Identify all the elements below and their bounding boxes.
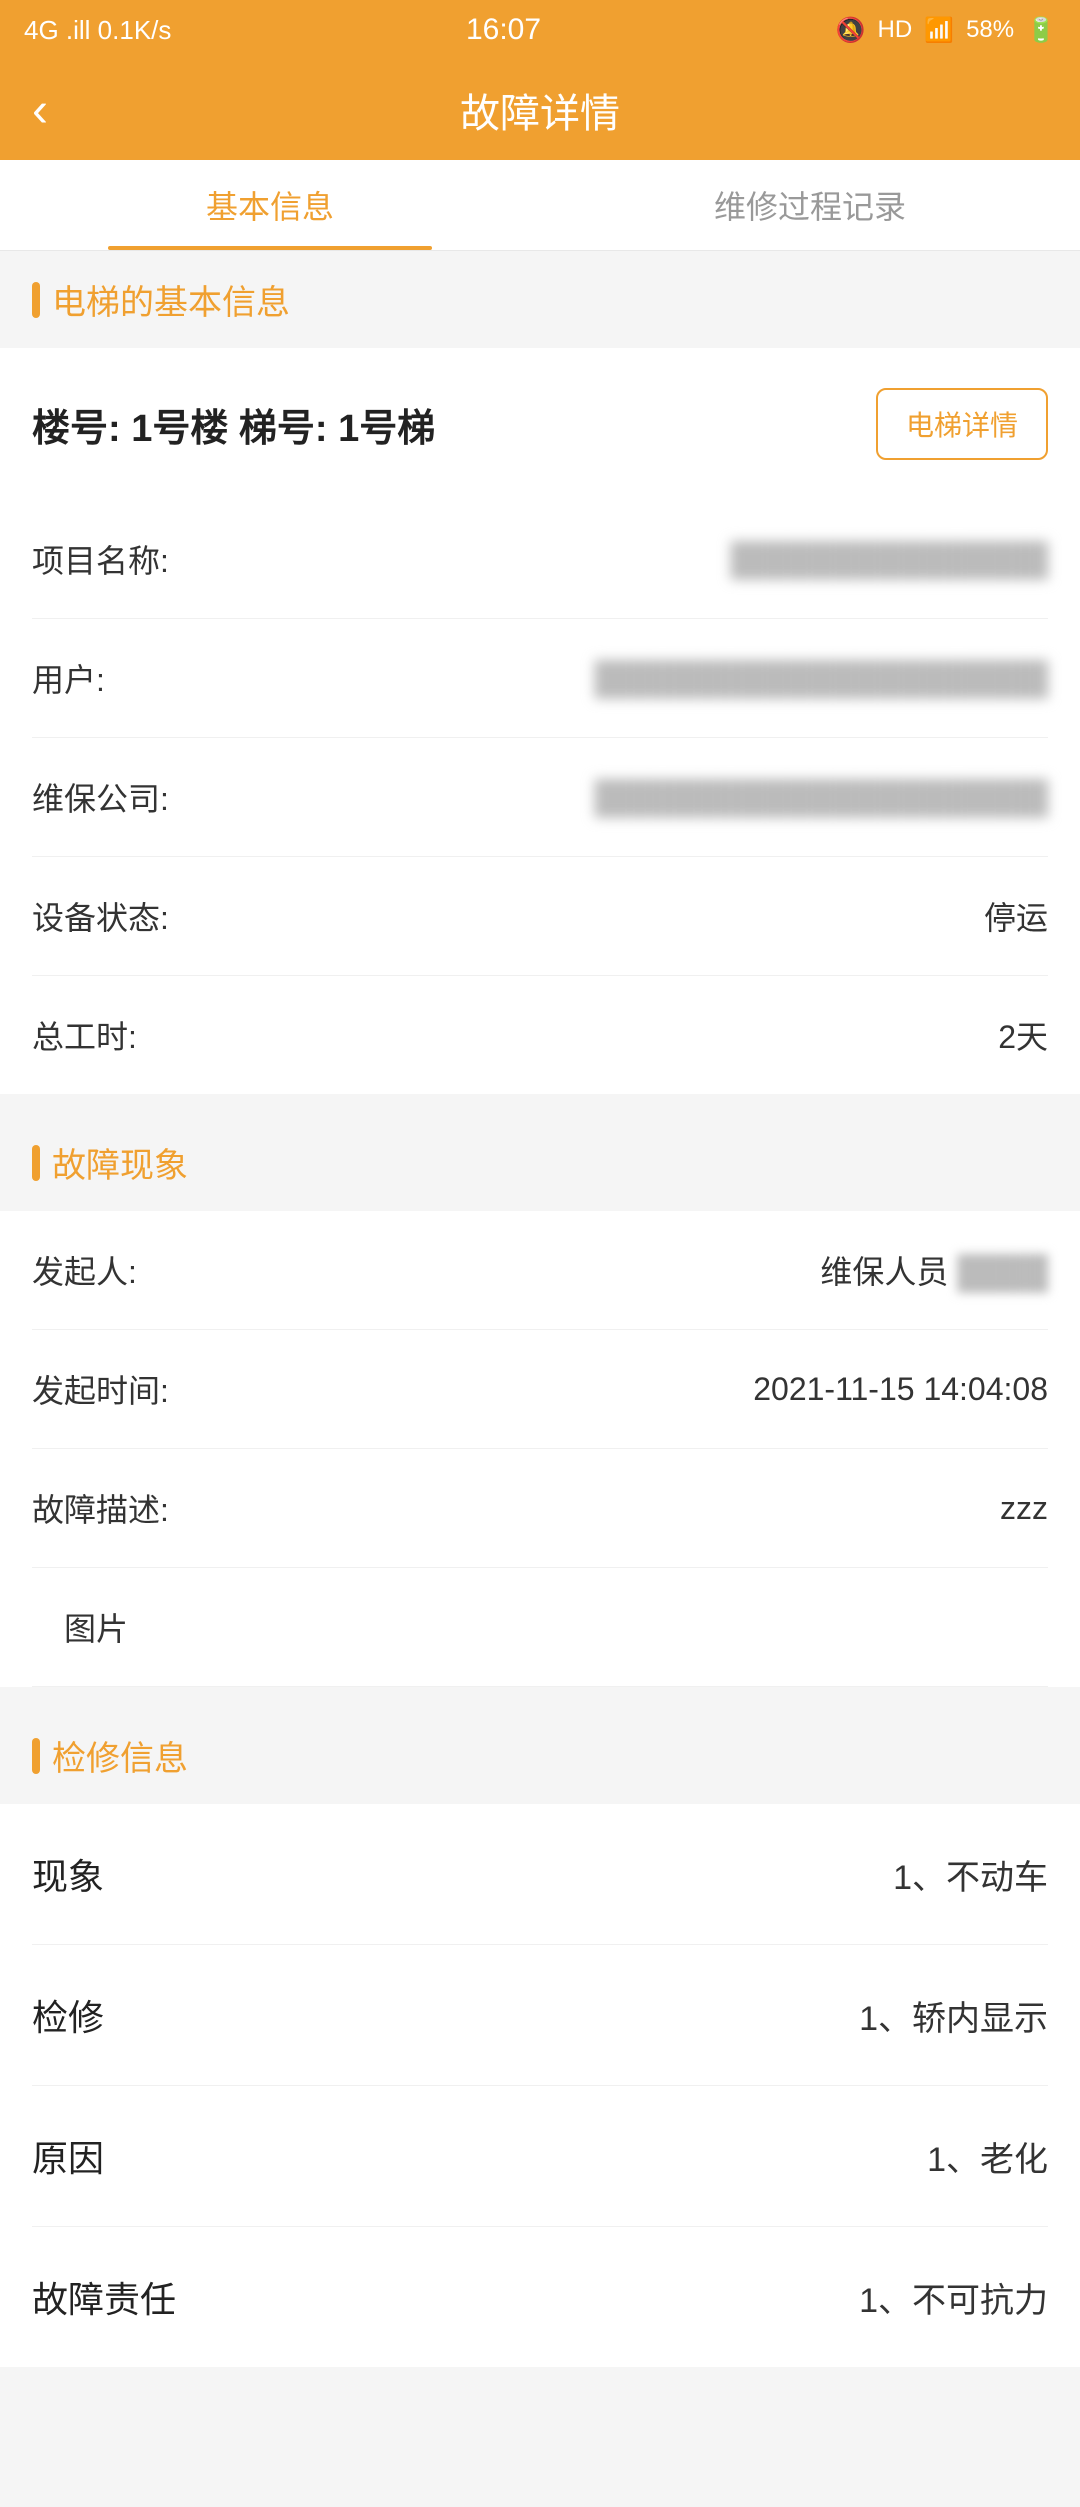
project-name-value: ██████████████ — [212, 541, 1048, 578]
elevator-id-text: 楼号: 1号楼 梯号: 1号梯 — [32, 397, 435, 452]
phenomenon-row: 现象 1、不动车 — [32, 1804, 1048, 1945]
fault-section-bar-icon — [32, 1145, 40, 1181]
maintenance-info-block: 现象 1、不动车 检修 1、轿内显示 原因 1、老化 故障责任 1、不可抗力 — [0, 1804, 1080, 2367]
fault-desc-label: 故障描述: — [32, 1485, 212, 1531]
project-name-row: 项目名称: ██████████████ — [32, 500, 1048, 619]
maintenance-company-row: 维保公司: ████████████████████ — [32, 738, 1048, 857]
maintenance-company-value: ████████████████████ — [212, 779, 1048, 816]
status-time: 16:07 — [466, 13, 541, 47]
project-name-label: 项目名称: — [32, 536, 212, 582]
fault-info-block: 发起人: 维保人员 ████ 发起时间: 2021-11-15 14:04:08… — [0, 1211, 1080, 1687]
inspection-label: 检修 — [32, 1989, 104, 2041]
spacer-2 — [0, 1687, 1080, 1707]
total-hours-label: 总工时: — [32, 1012, 212, 1058]
section-bar-icon — [32, 282, 40, 318]
start-time-label: 发起时间: — [32, 1366, 212, 1412]
initiator-label: 发起人: — [32, 1247, 212, 1293]
total-hours-value: 2天 — [212, 1012, 1048, 1058]
fault-responsibility-label: 故障责任 — [32, 2271, 176, 2323]
wifi-icon: 📶 — [924, 16, 954, 45]
signal-text: 4G .ill 0.1K/s — [24, 15, 171, 46]
status-left: 4G .ill 0.1K/s — [24, 15, 171, 46]
user-value: ████████████████████ — [212, 660, 1048, 697]
fault-responsibility-row: 故障责任 1、不可抗力 — [32, 2227, 1048, 2367]
status-right: 🔕 HD 📶 58% 🔋 — [836, 16, 1056, 45]
device-status-label: 设备状态: — [32, 893, 212, 939]
cause-value: 1、老化 — [927, 2132, 1048, 2181]
inspection-row: 检修 1、轿内显示 — [32, 1945, 1048, 2086]
maintenance-section-header: 检修信息 — [0, 1707, 1080, 1804]
start-time-value: 2021-11-15 14:04:08 — [212, 1371, 1048, 1408]
bottom-padding — [0, 2367, 1080, 2507]
phenomenon-label: 现象 — [32, 1848, 104, 1900]
battery-icon: 🔋 — [1026, 16, 1056, 45]
initiator-value: 维保人员 ████ — [212, 1247, 1048, 1293]
page-title: 故障详情 — [460, 81, 620, 139]
fault-desc-value: zzz — [212, 1490, 1048, 1527]
fault-section-title: 故障现象 — [52, 1138, 188, 1187]
fault-image-row: 图片 — [32, 1568, 1048, 1687]
fault-responsibility-value: 1、不可抗力 — [859, 2273, 1048, 2322]
tab-basic-info[interactable]: 基本信息 — [0, 160, 540, 250]
hd-text: HD — [878, 16, 913, 44]
maintenance-section-bar-icon — [32, 1738, 40, 1774]
battery-text: 58% — [966, 16, 1014, 44]
fault-section-header: 故障现象 — [0, 1114, 1080, 1211]
basic-info-section-header: 电梯的基本信息 — [0, 251, 1080, 348]
maintenance-section-title: 检修信息 — [52, 1731, 188, 1780]
total-hours-row: 总工时: 2天 — [32, 976, 1048, 1094]
fault-desc-row: 故障描述: zzz — [32, 1449, 1048, 1568]
bell-icon: 🔕 — [836, 16, 866, 45]
maintenance-company-label: 维保公司: — [32, 774, 212, 820]
elevator-id-row: 楼号: 1号楼 梯号: 1号梯 电梯详情 — [0, 348, 1080, 500]
basic-info-block: 项目名称: ██████████████ 用户: ███████████████… — [0, 500, 1080, 1094]
inspection-value: 1、轿内显示 — [859, 1991, 1048, 2040]
device-status-value: 停运 — [212, 893, 1048, 939]
cause-label: 原因 — [32, 2130, 104, 2182]
elevator-detail-button[interactable]: 电梯详情 — [876, 388, 1048, 460]
status-bar: 4G .ill 0.1K/s 16:07 🔕 HD 📶 58% 🔋 — [0, 0, 1080, 60]
initiator-row: 发起人: 维保人员 ████ — [32, 1211, 1048, 1330]
cause-row: 原因 1、老化 — [32, 2086, 1048, 2227]
back-button[interactable]: ‹ — [32, 83, 48, 138]
basic-info-section-title: 电梯的基本信息 — [52, 275, 290, 324]
tab-repair-record[interactable]: 维修过程记录 — [540, 160, 1080, 250]
user-row: 用户: ████████████████████ — [32, 619, 1048, 738]
phenomenon-value: 1、不动车 — [893, 1850, 1048, 1899]
device-status-row: 设备状态: 停运 — [32, 857, 1048, 976]
image-label: 图片 — [64, 1611, 128, 1647]
tab-bar: 基本信息 维修过程记录 — [0, 160, 1080, 251]
nav-bar: ‹ 故障详情 — [0, 60, 1080, 160]
spacer-1 — [0, 1094, 1080, 1114]
user-label: 用户: — [32, 655, 212, 701]
start-time-row: 发起时间: 2021-11-15 14:04:08 — [32, 1330, 1048, 1449]
